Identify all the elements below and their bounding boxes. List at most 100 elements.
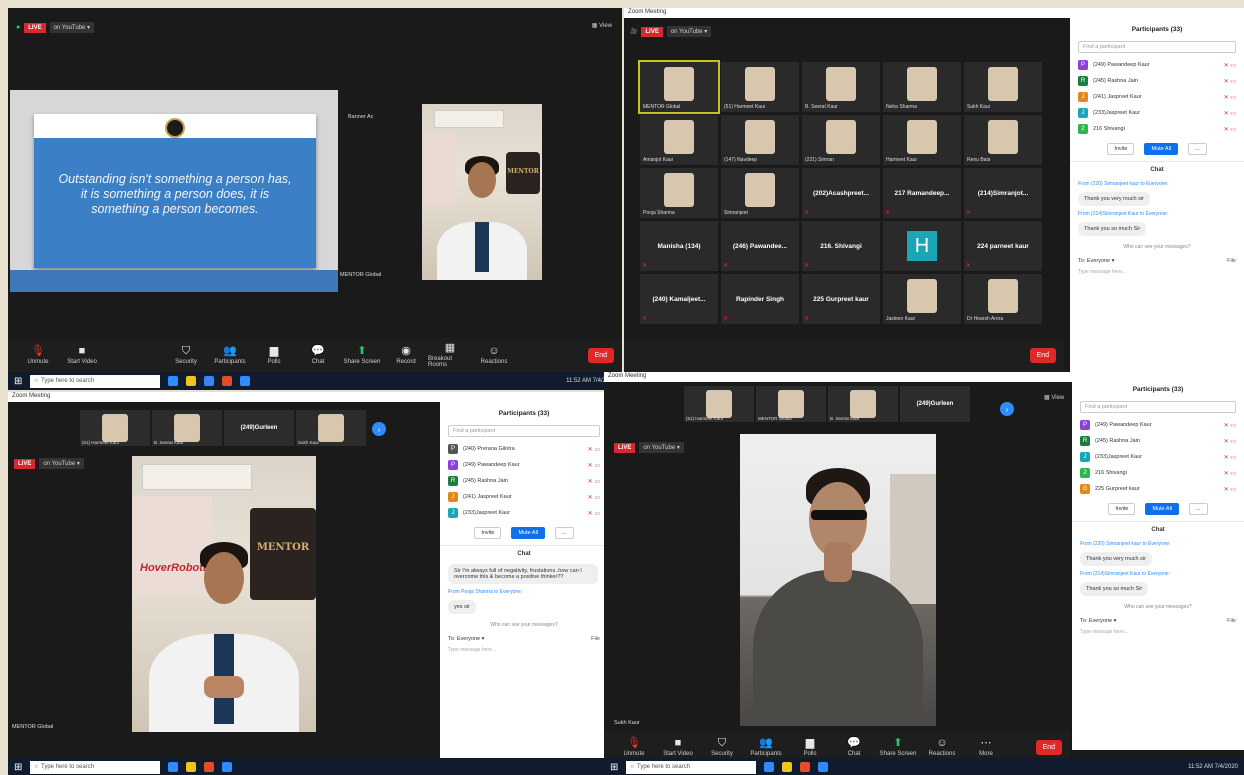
participants-button[interactable]: 👥 Participants — [744, 737, 788, 757]
windows-start-icon[interactable]: ⊞ — [14, 762, 22, 773]
folder-icon[interactable] — [782, 762, 793, 772]
chat-button[interactable]: 💬 Chat — [832, 737, 876, 757]
windows-start-icon[interactable]: ⊞ — [610, 762, 618, 773]
participant-tile[interactable]: (221) Simran — [802, 115, 880, 165]
polls-button[interactable]: ▆ Polls — [252, 345, 296, 365]
share-screen-button[interactable]: ⬆ Share Screen — [340, 345, 384, 365]
polls-button[interactable]: ▆ Polls — [788, 737, 832, 757]
participant-tile[interactable]: H — [883, 221, 961, 271]
participant-tile[interactable]: (202)Acashpreet... ✕ — [802, 168, 880, 218]
invite-button[interactable]: Invite — [474, 527, 502, 539]
participant-search-input[interactable]: Find a participant — [448, 425, 600, 437]
edge-icon[interactable] — [168, 762, 179, 772]
next-page-icon[interactable]: › — [372, 422, 386, 436]
next-page-icon[interactable]: › — [1000, 402, 1014, 416]
participant-tile[interactable]: Renu Bala — [964, 115, 1042, 165]
participants-button[interactable]: 👥 Participants — [208, 345, 252, 365]
participant-tile[interactable]: B. Seerat Kaur — [802, 62, 880, 112]
live-badge[interactable]: LIVE on YouTube ▾ — [614, 442, 684, 453]
view-button[interactable]: ▦ View — [1044, 394, 1064, 401]
live-badge[interactable]: LIVE on YouTube ▾ — [14, 458, 84, 469]
chat-input[interactable]: Type message here... — [1072, 626, 1244, 638]
unmute-button[interactable]: 🎙 Unmute — [16, 345, 60, 365]
participant-tile[interactable]: MENTOR Global — [756, 386, 826, 422]
participant-tile[interactable]: 224 parneet kaur ✕ — [964, 221, 1042, 271]
participant-tile[interactable]: MENTOR Global — [638, 60, 720, 114]
windows-start-icon[interactable]: ⊞ — [14, 376, 22, 387]
share-screen-button[interactable]: ⬆ Share Screen — [876, 737, 920, 757]
mute-all-button[interactable]: Mute All — [1145, 503, 1180, 515]
participant-tile[interactable]: (51) Harmeet Kaur — [684, 386, 754, 422]
invite-button[interactable]: Invite — [1108, 503, 1136, 515]
end-meeting-button[interactable]: End — [587, 347, 614, 363]
mute-all-button[interactable]: Mute All — [1144, 143, 1179, 155]
participant-tile[interactable]: 217 Ramandeep... ✕ — [883, 168, 961, 218]
reactions-button[interactable]: ☺ Reactions — [920, 737, 964, 757]
participant-row[interactable]: P (240) Prerana Gilotra ✕ ▭ — [440, 441, 608, 457]
start-video-button[interactable]: ■ Start Video — [656, 737, 700, 757]
end-meeting-button[interactable]: End — [1029, 347, 1056, 363]
chat-button[interactable]: 💬 Chat — [296, 345, 340, 365]
participant-tile[interactable]: 216. Shivangi ✕ — [802, 221, 880, 271]
chrome-icon[interactable] — [800, 762, 811, 772]
participant-row[interactable]: P (249) Pawandeep Kaur ✕ ▭ — [1070, 57, 1244, 73]
chrome-icon[interactable] — [204, 762, 215, 772]
live-badge[interactable]: 🎥 LIVE on YouTube ▾ — [630, 26, 712, 37]
participant-search-input[interactable]: Find a participant — [1080, 401, 1236, 413]
more-button[interactable]: ... — [555, 527, 574, 539]
participant-tile[interactable]: (51) Harmeet Kaur — [80, 410, 150, 446]
who-can-see[interactable]: Who can see your messages? — [440, 616, 608, 634]
live-badge[interactable]: ● LIVE on YouTube ▾ — [16, 22, 95, 33]
participant-row[interactable]: P (249) Pawandeep Kaur ✕ ▭ — [440, 457, 608, 473]
taskbar-search[interactable]: ○ Type here to search — [30, 760, 161, 774]
mail-icon[interactable] — [204, 376, 215, 386]
taskbar-search[interactable]: ○ Type here to search — [30, 374, 161, 388]
file-button[interactable]: File — [1227, 618, 1236, 624]
reactions-button[interactable]: ☺ Reactions — [472, 345, 516, 365]
participant-row[interactable]: P (249) Pawandeep Kaur ✕ ▭ — [1072, 417, 1244, 433]
participant-tile[interactable]: (246) Pawandee... ✕ — [721, 221, 799, 271]
participant-tile[interactable]: Manisha (134) ✕ — [640, 221, 718, 271]
zoom-icon[interactable] — [240, 376, 251, 386]
participant-tile[interactable]: Sukh Kaur — [964, 62, 1042, 112]
participant-tile[interactable]: (240) Kamaljeet... ✕ — [640, 274, 718, 324]
participant-row[interactable]: J (241) Jaspreet Kaur ✕ ▭ — [440, 489, 608, 505]
chat-input[interactable]: Type message here... — [440, 644, 608, 656]
participant-row[interactable]: R (245) Rashna Jain ✕ ▭ — [1072, 433, 1244, 449]
start-video-button[interactable]: ■ Start Video — [60, 345, 104, 365]
participant-tile[interactable]: (51) Harmeet Kaur — [721, 62, 799, 112]
edge-icon[interactable] — [764, 762, 775, 772]
participant-row[interactable]: R (245) Rashna Jain ✕ ▭ — [440, 473, 608, 489]
more-button[interactable]: ... — [1188, 143, 1207, 155]
edge-icon[interactable] — [168, 376, 179, 386]
end-meeting-button[interactable]: End — [1035, 739, 1062, 755]
participant-row[interactable]: 2 216 Shivangi ✕ ▭ — [1070, 121, 1244, 137]
participant-row[interactable]: J (241) Jaspreet Kaur ✕ ▭ — [1070, 89, 1244, 105]
participant-tile[interactable]: Simranjeet — [721, 168, 799, 218]
participant-tile[interactable]: B. Seerat Kaur — [152, 410, 222, 446]
security-button[interactable]: ⛉ Security — [700, 737, 744, 757]
invite-button[interactable]: Invite — [1107, 143, 1135, 155]
participant-tile[interactable]: Dr Hearsh Arora — [964, 274, 1042, 324]
participant-tile[interactable]: Amanjot Kaur — [640, 115, 718, 165]
record-button[interactable]: ◉ Record — [384, 345, 428, 365]
to-everyone-dropdown[interactable]: To: Everyone ▾ — [448, 636, 484, 642]
taskbar-search[interactable]: ○ Type here to search — [626, 760, 757, 774]
zoom-icon[interactable] — [818, 762, 829, 772]
youtube-label[interactable]: on YouTube ▾ — [49, 22, 95, 33]
security-button[interactable]: ⛉ Security — [164, 345, 208, 365]
participant-tile[interactable]: (249)Gurleen — [900, 386, 970, 422]
more-button[interactable]: ... — [1189, 503, 1208, 515]
participant-row[interactable]: J (233)Jaspreet Kaur ✕ ▭ — [440, 505, 608, 521]
participant-row[interactable]: R (245) Rashna Jain ✕ ▭ — [1070, 73, 1244, 89]
who-can-see[interactable]: Who can see your messages? — [1070, 238, 1244, 256]
participant-row[interactable]: 2 216 Shivangi ✕ ▭ — [1072, 465, 1244, 481]
participant-tile[interactable]: Jasleen Kaur — [883, 274, 961, 324]
participant-tile[interactable]: Pooja Sharma — [640, 168, 718, 218]
view-button[interactable]: ▦ View — [592, 22, 612, 29]
participant-search-input[interactable]: Find a participant — [1078, 41, 1236, 53]
zoom-icon[interactable] — [222, 762, 233, 772]
file-button[interactable]: File — [591, 636, 600, 642]
unmute-button[interactable]: 🎙 Unmute — [612, 737, 656, 757]
participant-tile[interactable]: Rapinder Singh ✕ — [721, 274, 799, 324]
